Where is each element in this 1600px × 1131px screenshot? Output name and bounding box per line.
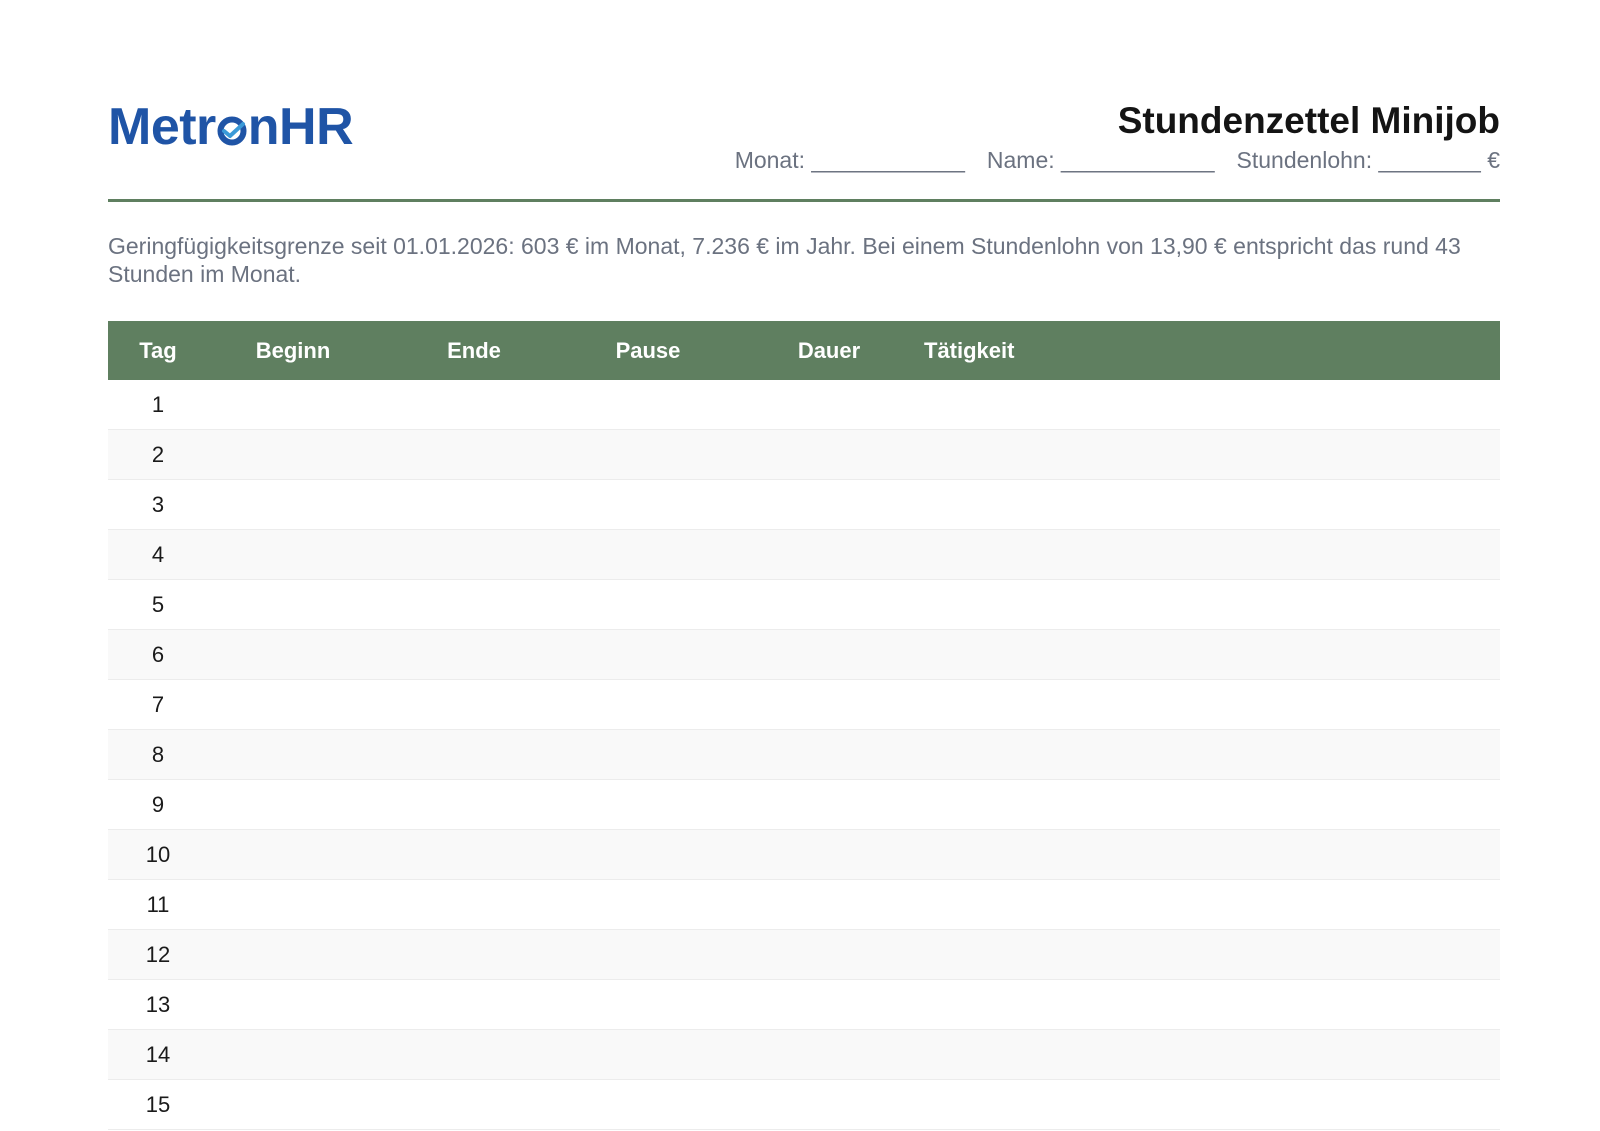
day-number-cell: 14 xyxy=(145,1042,171,1067)
table-row: 7 xyxy=(108,680,1500,730)
column-header-beginn: Beginn xyxy=(255,338,331,363)
column-header-ende: Ende xyxy=(447,338,501,363)
month-field[interactable]: Monat: ____________ xyxy=(735,147,965,174)
meta-fields: Monat: ____________ Name: ____________ S… xyxy=(735,147,1500,174)
day-number-cell: 2 xyxy=(151,442,165,467)
table-row: 13 xyxy=(108,980,1500,1030)
day-number-cell: 6 xyxy=(151,642,165,667)
day-number-cell: 5 xyxy=(151,592,165,617)
company-logo: Metr nHR xyxy=(108,98,354,156)
table-row: 15 xyxy=(108,1080,1500,1130)
logo-text-end: nHR xyxy=(247,98,354,156)
column-header-dauer: Dauer xyxy=(797,338,861,363)
table-row: 6 xyxy=(108,630,1500,680)
day-number-cell: 4 xyxy=(151,542,165,567)
check-o-icon xyxy=(217,116,247,146)
header-divider xyxy=(108,199,1500,202)
table-body: 1 2 3 4 5 6 7 8 9 10 11 12 13 14 15 xyxy=(108,380,1500,1130)
table-row: 5 xyxy=(108,580,1500,630)
table-row: 11 xyxy=(108,880,1500,930)
table-row: 9 xyxy=(108,780,1500,830)
title-block: Stundenzettel Minijob Monat: ___________… xyxy=(735,96,1500,174)
column-header-pause: Pause xyxy=(615,338,681,363)
day-number-cell: 3 xyxy=(151,492,165,517)
table-row: 2 xyxy=(108,430,1500,480)
day-number-cell: 11 xyxy=(146,892,170,917)
table-header-row: Tag Beginn Ende Pause Dauer Tätigkeit xyxy=(108,321,1500,380)
day-number-cell: 12 xyxy=(145,942,171,967)
minijob-limit-notice: Geringfügigkeitsgrenze seit 01.01.2026: … xyxy=(108,233,1461,287)
day-number-cell: 1 xyxy=(151,392,165,417)
logo-text-start: Metr xyxy=(108,98,216,156)
day-number-cell: 13 xyxy=(145,992,171,1017)
table-row: 12 xyxy=(108,930,1500,980)
table-row: 14 xyxy=(108,1030,1500,1080)
table-row: 3 xyxy=(108,480,1500,530)
column-header-tag: Tag xyxy=(139,338,177,363)
column-header-taetigkeit: Tätigkeit xyxy=(924,338,1015,363)
table-row: 8 xyxy=(108,730,1500,780)
day-number-cell: 9 xyxy=(151,792,165,817)
hourly-wage-field[interactable]: Stundenlohn: ________ € xyxy=(1237,147,1500,174)
document-title: Stundenzettel Minijob xyxy=(1117,100,1500,141)
table-row: 4 xyxy=(108,530,1500,580)
timesheet-page: Metr nHR Stundenzettel Minijob Monat: __… xyxy=(108,0,1500,1131)
table-row: 10 xyxy=(108,830,1500,880)
document-header: Metr nHR Stundenzettel Minijob Monat: __… xyxy=(108,96,1500,176)
day-number-cell: 10 xyxy=(145,842,171,867)
name-field[interactable]: Name: ____________ xyxy=(987,147,1215,174)
day-number-cell: 7 xyxy=(151,692,165,717)
table-row: 1 xyxy=(108,380,1500,430)
day-number-cell: 15 xyxy=(145,1092,171,1117)
timesheet-table: Tag Beginn Ende Pause Dauer Tätigkeit 12… xyxy=(108,321,1500,1130)
day-number-cell: 8 xyxy=(151,742,165,767)
